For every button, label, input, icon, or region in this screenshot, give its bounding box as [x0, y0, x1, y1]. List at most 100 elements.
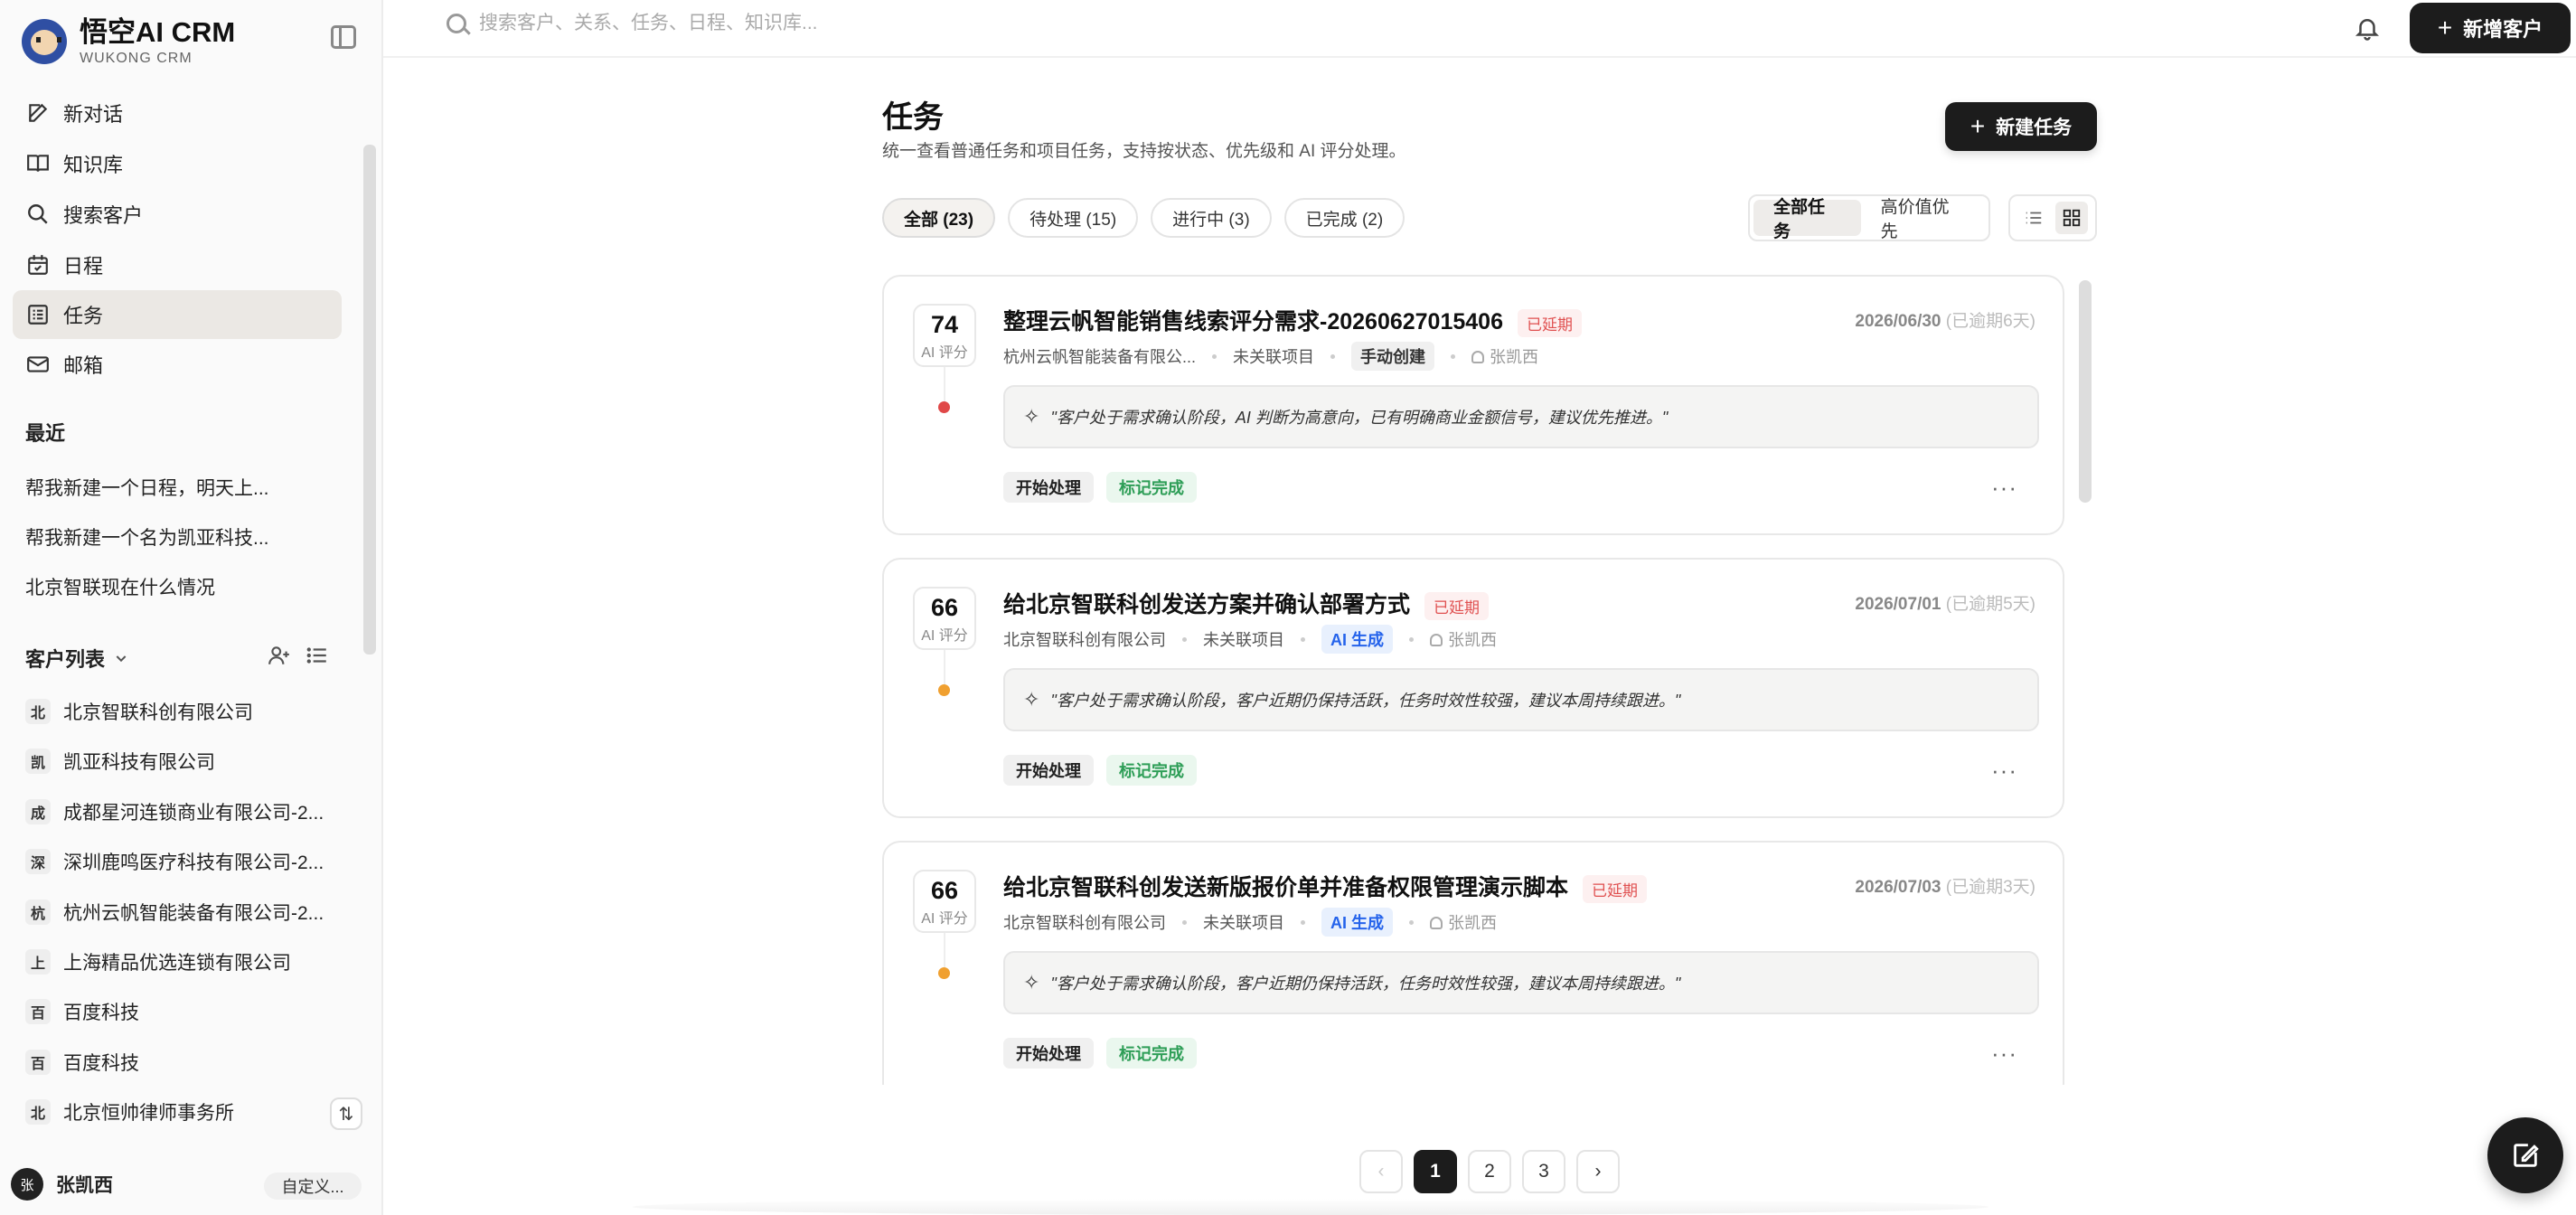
user-icon: [1430, 917, 1443, 929]
filter-all[interactable]: 全部 (23): [882, 198, 996, 238]
bottom-shadow: [633, 1199, 1988, 1215]
company-link[interactable]: 北京智联科创有限公司: [1003, 627, 1166, 651]
customer-item[interactable]: 深深圳鹿鸣医疗科技有限公司-2...: [25, 848, 333, 875]
task-card[interactable]: 66 AI 评分 给北京智联科创发送新版报价单并准备权限管理演示脚本 已延期 202…: [882, 841, 2064, 1085]
customer-name: 百度科技: [63, 1053, 139, 1074]
start-task-button[interactable]: 开始处理: [1003, 755, 1094, 786]
ai-insight: ✧ "客户处于需求确认阶段，AI 判断为高意向，已有明确商业金额信号，建议优先推进…: [1003, 385, 2039, 448]
task-title[interactable]: 给北京智联科创发送方案并确认部署方式 已延期: [1003, 587, 1490, 620]
new-customer-label: 新增客户: [2463, 18, 2543, 41]
search-icon: [25, 202, 51, 227]
chevron-down-icon: [116, 655, 127, 663]
task-title-text: 给北京智联科创发送方案并确认部署方式: [1003, 592, 1411, 617]
sidebar: 悟空AI CRM WUKONG CRM 新对话 知识库 搜索客户 日程 任务 邮…: [0, 0, 383, 1215]
new-customer-button[interactable]: + 新增客户: [2410, 3, 2571, 53]
list-icon[interactable]: [306, 644, 329, 667]
next-page-button[interactable]: ›: [1576, 1150, 1620, 1193]
recent-item[interactable]: 帮我新建一个日程，明天上...: [25, 474, 315, 501]
customer-item[interactable]: 杭杭州云帆智能装备有限公司-2...: [25, 899, 333, 926]
customer-name: 百度科技: [63, 1003, 139, 1023]
segment-high-value[interactable]: 高价值优先: [1861, 198, 1985, 241]
nav-label: 知识库: [63, 154, 124, 176]
prev-page-button[interactable]: ‹: [1359, 1150, 1403, 1193]
company-link[interactable]: 北京智联科创有限公司: [1003, 910, 1166, 934]
customer-item[interactable]: 百百度科技: [25, 998, 333, 1025]
priority-dot: [938, 684, 950, 696]
task-list: 74 AI 评分 整理云帆智能销售线索评分需求-20260627015406 已延期…: [882, 275, 2066, 1085]
add-user-icon[interactable]: [268, 644, 291, 667]
sidebar-toggle-icon[interactable]: [331, 25, 356, 49]
pagination: ‹ 1 2 3 ›: [1359, 1150, 1631, 1193]
more-options-icon[interactable]: ···: [1991, 757, 2017, 785]
customer-list-header[interactable]: 客户列表: [25, 644, 128, 673]
nav-new-chat[interactable]: 新对话: [13, 89, 342, 137]
more-options-icon[interactable]: ···: [1991, 1040, 2017, 1068]
task-actions: 开始处理 标记完成: [1003, 755, 1209, 786]
recent-item[interactable]: 北京智联现在什么情况: [25, 573, 315, 600]
task-title[interactable]: 整理云帆智能销售线索评分需求-20260627015406 已延期: [1003, 304, 1582, 337]
task-title[interactable]: 给北京智联科创发送新版报价单并准备权限管理演示脚本 已延期: [1003, 870, 1648, 903]
task-card[interactable]: 74 AI 评分 整理云帆智能销售线索评分需求-20260627015406 已延期…: [882, 275, 2064, 535]
user-name: 张凯西: [56, 1175, 113, 1196]
nav-label: 新对话: [63, 103, 124, 126]
page-button[interactable]: 1: [1414, 1150, 1457, 1193]
status-badge: 已延期: [1424, 591, 1490, 620]
global-search[interactable]: [447, 13, 1021, 34]
task-list-scrollbar[interactable]: [2079, 280, 2092, 503]
mark-done-button[interactable]: 标记完成: [1106, 1038, 1197, 1069]
separator-dot: [1451, 353, 1456, 359]
ai-score: 66 AI 评分: [913, 587, 976, 650]
customer-name: 凯亚科技有限公司: [63, 752, 215, 773]
customer-item[interactable]: 百百度科技: [25, 1049, 333, 1076]
customer-item[interactable]: 成成都星河连锁商业有限公司-2...: [25, 798, 333, 825]
separator-dot: [1212, 353, 1217, 359]
status-badge: 已延期: [1583, 874, 1648, 903]
segment-all-tasks[interactable]: 全部任务: [1753, 198, 1861, 241]
customer-item[interactable]: 北北京智联科创有限公司: [25, 698, 333, 725]
list-view-icon[interactable]: [2017, 202, 2050, 234]
filter-pending[interactable]: 待处理 (15): [1008, 198, 1139, 238]
page-button[interactable]: 2: [1468, 1150, 1511, 1193]
project-text: 未关联项目: [1233, 348, 1315, 366]
sparkle-icon: ✧: [1023, 688, 1040, 711]
priority-dot: [938, 967, 950, 979]
sort-swap-icon[interactable]: ⇅: [330, 1097, 362, 1130]
nav-schedule[interactable]: 日程: [13, 240, 342, 289]
brand-subtitle: WUKONG CRM: [80, 51, 193, 66]
nav-search-customer[interactable]: 搜索客户: [13, 190, 342, 239]
nav-mail[interactable]: 邮箱: [13, 340, 342, 389]
notification-bell-icon[interactable]: [2354, 14, 2381, 42]
brand[interactable]: 悟空AI CRM WUKONG CRM: [22, 16, 235, 67]
task-title-text: 给北京智联科创发送新版报价单并准备权限管理演示脚本: [1003, 875, 1569, 900]
mark-done-button[interactable]: 标记完成: [1106, 472, 1197, 503]
recent-item[interactable]: 帮我新建一个名为凯亚科技...: [25, 523, 315, 551]
nav-knowledge[interactable]: 知识库: [13, 139, 342, 188]
nav-tasks[interactable]: 任务: [13, 290, 342, 339]
task-meta: 北京智联科创有限公司 未关联项目 AI 生成 张凯西: [1003, 908, 1497, 937]
user-icon: [1430, 634, 1443, 646]
start-task-button[interactable]: 开始处理: [1003, 1038, 1094, 1069]
search-input[interactable]: [479, 13, 1021, 34]
user-icon: [1471, 351, 1485, 363]
new-task-button[interactable]: + 新建任务: [1945, 102, 2097, 151]
compose-fab-button[interactable]: [2487, 1117, 2563, 1193]
due-date-value: 2026/07/03: [1855, 878, 1941, 897]
start-task-button[interactable]: 开始处理: [1003, 472, 1094, 503]
more-options-icon[interactable]: ···: [1991, 474, 2017, 502]
customer-item[interactable]: 北北京恒帅律师事务所: [25, 1098, 333, 1126]
filter-in-progress[interactable]: 进行中 (3): [1151, 198, 1272, 238]
company-link[interactable]: 杭州云帆智能装备有限公...: [1003, 344, 1196, 368]
separator-dot: [1409, 636, 1415, 642]
customer-name: 北京恒帅律师事务所: [63, 1103, 234, 1124]
grid-view-icon[interactable]: [2055, 202, 2088, 234]
mark-done-button[interactable]: 标记完成: [1106, 755, 1197, 786]
customer-item[interactable]: 上上海精品优选连锁有限公司: [25, 948, 333, 975]
customer-name: 深圳鹿鸣医疗科技有限公司-2...: [63, 852, 324, 873]
page-button[interactable]: 3: [1522, 1150, 1565, 1193]
task-card[interactable]: 66 AI 评分 给北京智联科创发送方案并确认部署方式 已延期 2026/07/01…: [882, 558, 2064, 818]
customize-button[interactable]: 自定义...: [264, 1173, 362, 1200]
sidebar-scrollbar[interactable]: [363, 145, 376, 655]
customer-item[interactable]: 凯凯亚科技有限公司: [25, 748, 333, 775]
score-label: AI 评分: [921, 628, 968, 644]
filter-completed[interactable]: 已完成 (2): [1283, 198, 1406, 238]
